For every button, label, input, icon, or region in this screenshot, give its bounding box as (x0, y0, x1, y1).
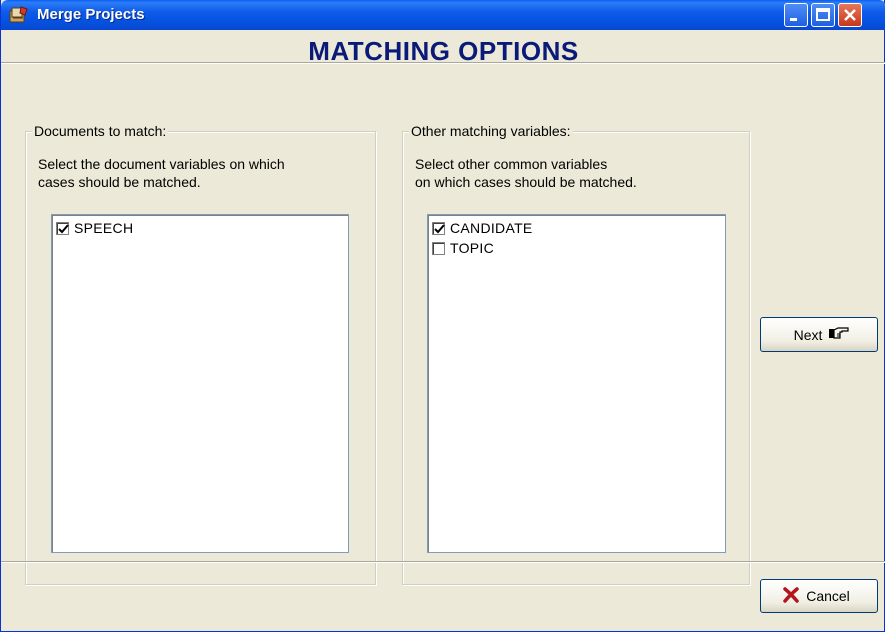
next-button-label: Next (793, 326, 823, 343)
candidate-checkbox[interactable] (432, 221, 445, 235)
speech-label: SPEECH (74, 220, 134, 236)
topic-label: TOPIC (450, 240, 495, 256)
variables-description-line2: on which cases should be matched. (415, 174, 637, 190)
merge-projects-window: Merge Projects MATCHING OPTIONS Document… (0, 0, 885, 632)
pointing-hand-icon (828, 326, 850, 343)
documents-to-match-group: Documents to match: Select the document … (25, 123, 376, 585)
list-item-topic[interactable]: TOPIC (432, 239, 494, 257)
header-divider (1, 62, 885, 64)
variables-group-legend: Other matching variables: (409, 123, 573, 140)
topic-checkbox[interactable] (432, 241, 445, 255)
title-bar[interactable]: Merge Projects (1, 0, 885, 30)
minimize-button[interactable] (784, 3, 808, 27)
red-x-icon (782, 586, 800, 607)
list-item-candidate[interactable]: CANDIDATE (432, 219, 533, 237)
maximize-button[interactable] (811, 3, 835, 27)
other-matching-variables-group: Other matching variables: Select other c… (402, 123, 750, 585)
list-item-speech[interactable]: SPEECH (56, 219, 133, 237)
documents-listbox[interactable]: SPEECH (51, 214, 349, 553)
next-button[interactable]: Next (760, 317, 878, 352)
merge-projects-icon (9, 6, 29, 24)
variables-listbox[interactable]: CANDIDATE TOPIC (427, 214, 726, 553)
window-title: Merge Projects (37, 6, 145, 23)
documents-group-legend: Documents to match: (32, 123, 169, 140)
speech-checkbox[interactable] (56, 221, 69, 235)
documents-description-line2: cases should be matched. (38, 174, 201, 190)
documents-description-line1: Select the document variables on which (38, 156, 285, 172)
documents-group-description: Select the document variables on which c… (38, 155, 285, 191)
close-button[interactable] (838, 3, 862, 27)
cancel-button-label: Cancel (806, 588, 850, 604)
variables-description-line1: Select other common variables (415, 156, 608, 172)
footer-divider (1, 561, 885, 563)
cancel-button[interactable]: Cancel (760, 579, 878, 613)
variables-group-description: Select other common variables on which c… (415, 155, 637, 191)
candidate-label: CANDIDATE (450, 220, 533, 236)
